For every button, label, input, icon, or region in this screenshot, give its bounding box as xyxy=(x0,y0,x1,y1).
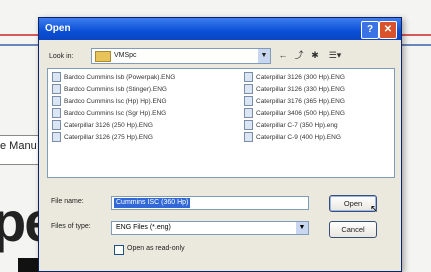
close-button[interactable]: ✕ xyxy=(379,21,397,39)
file-item[interactable]: Bardco Cummins Isc (Hp) Hp).ENG xyxy=(52,96,167,108)
look-in-combo[interactable]: VMSpc ▼ xyxy=(91,48,271,64)
file-icon xyxy=(52,108,61,119)
view-menu-icon[interactable]: ☰▾ xyxy=(325,49,345,61)
file-icon xyxy=(244,72,253,83)
chevron-down-icon[interactable]: ▼ xyxy=(296,222,308,234)
new-folder-icon[interactable]: ✱ xyxy=(309,49,321,61)
help-button[interactable]: ? xyxy=(361,21,379,39)
file-item[interactable]: Caterpillar 3126 (330 Hp).ENG xyxy=(244,84,345,96)
dialog-titlebar[interactable]: Open ? ✕ xyxy=(39,18,401,40)
file-item[interactable]: Caterpillar 3406 (500 Hp).ENG xyxy=(244,108,345,120)
file-item[interactable]: Caterpillar C-9 (400 Hp).ENG xyxy=(244,132,341,144)
file-name-label: File name: xyxy=(51,198,84,205)
look-in-label: Look in: xyxy=(49,53,74,60)
file-icon xyxy=(52,120,61,131)
file-icon xyxy=(244,132,253,143)
file-item[interactable]: Caterpillar 3176 (365 Hp).ENG xyxy=(244,96,345,108)
file-item[interactable]: Caterpillar 3126 (275 Hp).ENG xyxy=(52,132,153,144)
file-icon xyxy=(244,84,253,95)
file-name-value: Cummins ISC (360 Hp) xyxy=(114,198,191,208)
chevron-down-icon[interactable]: ▼ xyxy=(258,49,270,63)
file-icon xyxy=(52,96,61,107)
back-icon[interactable]: ← xyxy=(277,49,289,61)
file-icon xyxy=(52,72,61,83)
files-of-type-select[interactable]: ENG Files (*.eng) ▼ xyxy=(111,221,309,235)
up-folder-icon[interactable]: ⤴ xyxy=(293,49,305,61)
files-of-type-value: ENG Files (*.eng) xyxy=(116,224,171,231)
mouse-cursor-icon: ↖ xyxy=(370,204,379,215)
open-dialog: Open ? ✕ Look in: VMSpc ▼ ← ⤴ ✱ ☰▾ Bardc… xyxy=(38,17,402,272)
background-menu-label: e Manu xyxy=(0,140,37,152)
read-only-checkbox[interactable] xyxy=(114,245,124,255)
file-name-field[interactable]: Cummins ISC (360 Hp) xyxy=(111,196,309,210)
file-item[interactable]: Caterpillar 3126 (300 Hp).ENG xyxy=(244,72,345,84)
file-item[interactable]: Caterpillar 3126 (250 Hp).ENG xyxy=(52,120,153,132)
look-in-value: VMSpc xyxy=(114,52,137,59)
file-list[interactable]: Bardco Cummins Isb (Powerpak).ENG Bardco… xyxy=(47,68,395,178)
file-icon xyxy=(244,96,253,107)
file-item[interactable]: Bardco Cummins Isc (Sgr Hp).ENG xyxy=(52,108,166,120)
read-only-label: Open as read-only xyxy=(127,245,185,252)
file-icon xyxy=(244,108,253,119)
file-icon xyxy=(52,84,61,95)
files-of-type-label: Files of type: xyxy=(51,223,91,230)
file-icon xyxy=(244,120,253,131)
file-icon xyxy=(52,132,61,143)
file-item[interactable]: Bardco Cummins Isb (Stinger).ENG xyxy=(52,84,167,96)
folder-icon xyxy=(95,51,111,62)
file-item[interactable]: Caterpillar C-7 (350 Hp).eng xyxy=(244,120,338,132)
cancel-button[interactable]: Cancel xyxy=(329,221,377,238)
dialog-title: Open xyxy=(45,23,71,34)
file-item[interactable]: Bardco Cummins Isb (Powerpak).ENG xyxy=(52,72,175,84)
